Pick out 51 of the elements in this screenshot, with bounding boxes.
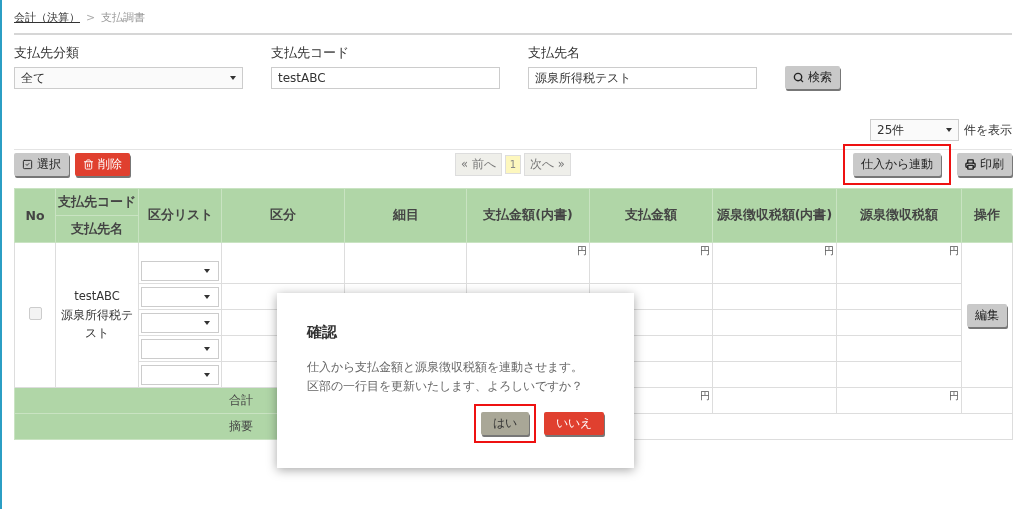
category-dropdown[interactable] <box>141 287 219 307</box>
printer-icon <box>965 159 976 170</box>
column-header: 支払先名 <box>55 215 139 243</box>
column-header: 源泉徴収税額 <box>836 188 962 243</box>
yen-unit: 円 <box>700 390 711 401</box>
category-dropdown[interactable] <box>141 365 219 385</box>
breadcrumb-separator: > <box>86 11 96 24</box>
page-size-select[interactable]: 25件 <box>870 119 959 141</box>
filter-label: 支払先コード <box>271 45 350 62</box>
filter-input[interactable]: 源泉所得税テスト <box>528 67 757 89</box>
previous-page-link[interactable]: « 前へ <box>455 153 502 176</box>
select-button[interactable]: 選択 <box>14 153 69 176</box>
yen-unit: 円 <box>824 245 835 256</box>
filter-label: 支払先分類 <box>14 45 80 62</box>
yen-unit: 円 <box>577 245 588 256</box>
print-button[interactable]: 印刷 <box>957 153 1012 176</box>
table-cell-text: testABC <box>73 288 121 306</box>
column-header: 支払金額 <box>589 188 713 243</box>
column-header: 細目 <box>344 188 467 243</box>
page-size-label: 件を表示 <box>964 121 1012 139</box>
column-header: 源泉徴収税額(内書) <box>712 188 837 243</box>
column-header: No <box>14 188 56 243</box>
category-select[interactable]: 全て <box>14 67 243 89</box>
checkbox-icon <box>22 159 33 170</box>
sync-button[interactable]: 仕入から連動 <box>853 153 941 176</box>
category-dropdown[interactable] <box>141 261 219 281</box>
edit-button[interactable]: 編集 <box>967 303 1007 327</box>
dialog-title: 確認 <box>307 323 338 342</box>
trash-icon <box>83 159 94 170</box>
yen-unit: 円 <box>949 245 960 256</box>
table-cell-text: 源泉所得税テスト <box>60 306 134 343</box>
yen-unit: 円 <box>700 245 711 256</box>
column-header: 区分 <box>221 188 345 243</box>
breadcrumb-current: 支払調書 <box>101 10 146 25</box>
breadcrumb-link[interactable]: 会計（決算） <box>14 10 80 25</box>
row-checkbox[interactable] <box>28 307 42 320</box>
no-button[interactable]: いいえ <box>544 412 604 436</box>
search-button[interactable]: 検索 <box>785 66 840 89</box>
column-header: 操作 <box>961 188 1013 243</box>
filter-input[interactable]: testABC <box>271 67 500 89</box>
yen-unit: 円 <box>949 390 960 401</box>
filter-label: 支払先名 <box>528 45 581 62</box>
column-header: 区分リスト <box>138 188 222 243</box>
column-header: 支払金額(内書) <box>466 188 590 243</box>
next-page-link[interactable]: 次へ » <box>524 153 571 176</box>
delete-button[interactable]: 削除 <box>75 153 130 176</box>
column-header: 支払先コード <box>55 188 139 216</box>
yes-button[interactable]: はい <box>481 412 529 436</box>
category-dropdown[interactable] <box>141 339 219 359</box>
search-icon <box>793 72 804 83</box>
category-dropdown[interactable] <box>141 313 219 333</box>
